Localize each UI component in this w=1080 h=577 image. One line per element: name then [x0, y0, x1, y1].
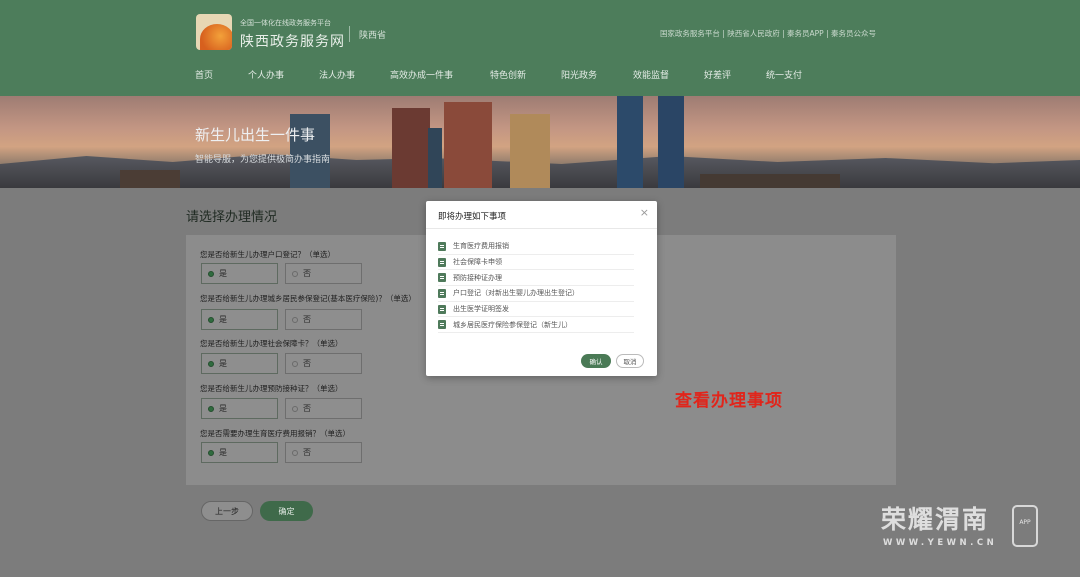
list-item: 户口登记（对新出生婴儿办理出生登记） — [438, 286, 634, 302]
nav-home[interactable]: 首页 — [195, 68, 213, 81]
dialog-divider — [426, 228, 657, 229]
list-item: 城乡居民医疗保险参保登记（新生儿） — [438, 317, 634, 334]
dialog-confirm-button[interactable]: 确认 — [581, 354, 611, 368]
list-item: 社会保障卡申领 — [438, 255, 634, 271]
site-slogan: 全国一体化在线政务服务平台 — [240, 19, 331, 27]
site-header: 全国一体化在线政务服务平台 陕西政务服务网 陕西省 国家政务服务平台 | 陕西省… — [0, 0, 1080, 96]
option-no[interactable]: 否 — [285, 353, 362, 374]
list-item: 出生医学证明签发 — [438, 302, 634, 318]
option-yes[interactable]: 是 — [201, 442, 278, 463]
list-item: 生育医疗费用报销 — [438, 239, 634, 255]
document-icon — [438, 288, 446, 298]
question-household-registration: 您是否给新生儿办理户口登记？（单选） — [200, 250, 335, 259]
radio-checked-icon — [208, 449, 214, 456]
site-name[interactable]: 陕西政务服务网 — [240, 31, 345, 51]
nav-personal[interactable]: 个人办事 — [248, 68, 284, 81]
question-maternity-reimbursement: 您是否需要办理生育医疗费用报销？（单选） — [200, 429, 350, 438]
radio-unchecked-icon — [292, 360, 298, 367]
banner-subtitle: 智能导服，为您提供极简办事指南 — [195, 155, 331, 165]
nav-one-thing[interactable]: 高效办成一件事 — [390, 68, 453, 81]
option-yes[interactable]: 是 — [201, 263, 278, 284]
confirm-button[interactable]: 确定 — [260, 501, 313, 521]
nav-payment[interactable]: 统一支付 — [766, 68, 802, 81]
document-icon — [438, 241, 446, 251]
document-icon — [438, 257, 446, 267]
top-links[interactable]: 国家政务服务平台 | 陕西省人民政府 | 秦务员APP | 秦务员公众号 — [660, 28, 876, 39]
watermark-app-icon: APP — [1012, 505, 1038, 547]
main-nav: 首页 个人办事 法人办事 高效办成一件事 特色创新 阳光政务 效能监督 好差评 … — [0, 68, 1080, 82]
site-logo[interactable] — [196, 14, 232, 50]
hero-banner: 新生儿出生一件事 智能导服，为您提供极简办事指南 — [0, 96, 1080, 188]
annotation-caption: 查看办理事项 — [675, 391, 783, 411]
document-icon — [438, 273, 446, 283]
province-switch[interactable]: 陕西省 — [359, 28, 386, 41]
items-list: 生育医疗费用报销 社会保障卡申领 预防接种证办理 户口登记（对新出生婴儿办理出生… — [438, 239, 634, 334]
previous-step-button[interactable]: 上一步 — [201, 501, 253, 521]
nav-innovation[interactable]: 特色创新 — [490, 68, 526, 81]
question-social-security-card: 您是否给新生儿办理社会保障卡？（单选） — [200, 339, 343, 348]
header-divider — [349, 26, 350, 42]
close-icon[interactable]: × — [640, 206, 649, 219]
option-yes[interactable]: 是 — [201, 353, 278, 374]
watermark-url: WWW.YEWN.CN — [883, 538, 998, 548]
dialog-title: 即将办理如下事项 — [438, 212, 507, 222]
radio-checked-icon — [208, 316, 214, 323]
radio-checked-icon — [208, 270, 214, 277]
nav-supervision[interactable]: 效能监督 — [633, 68, 669, 81]
nav-rating[interactable]: 好差评 — [704, 68, 731, 81]
document-icon — [438, 320, 446, 330]
option-no[interactable]: 否 — [285, 398, 362, 419]
option-no[interactable]: 否 — [285, 442, 362, 463]
question-vaccination-cert: 您是否给新生儿办理预防接种证？（单选） — [200, 384, 343, 393]
question-medical-insurance: 您是否给新生儿办理城乡居民参保登记(基本医疗保险)？（单选） — [200, 294, 416, 303]
radio-unchecked-icon — [292, 316, 298, 323]
nav-corporate[interactable]: 法人办事 — [319, 68, 355, 81]
dialog-cancel-button[interactable]: 取消 — [616, 354, 644, 368]
option-no[interactable]: 否 — [285, 309, 362, 330]
watermark-brand: 荣耀渭南 — [881, 505, 990, 534]
radio-checked-icon — [208, 360, 214, 367]
confirm-items-dialog: 即将办理如下事项 × 生育医疗费用报销 社会保障卡申领 预防接种证办理 户口登记… — [426, 201, 657, 376]
banner-title: 新生儿出生一件事 — [195, 126, 316, 144]
option-no[interactable]: 否 — [285, 263, 362, 284]
page-title: 请选择办理情况 — [186, 210, 278, 225]
option-yes[interactable]: 是 — [201, 398, 278, 419]
document-icon — [438, 304, 446, 314]
radio-unchecked-icon — [292, 270, 298, 277]
radio-unchecked-icon — [292, 449, 298, 456]
option-yes[interactable]: 是 — [201, 309, 278, 330]
radio-unchecked-icon — [292, 405, 298, 412]
radio-checked-icon — [208, 405, 214, 412]
list-item: 预防接种证办理 — [438, 270, 634, 287]
nav-open-affairs[interactable]: 阳光政务 — [561, 68, 597, 81]
